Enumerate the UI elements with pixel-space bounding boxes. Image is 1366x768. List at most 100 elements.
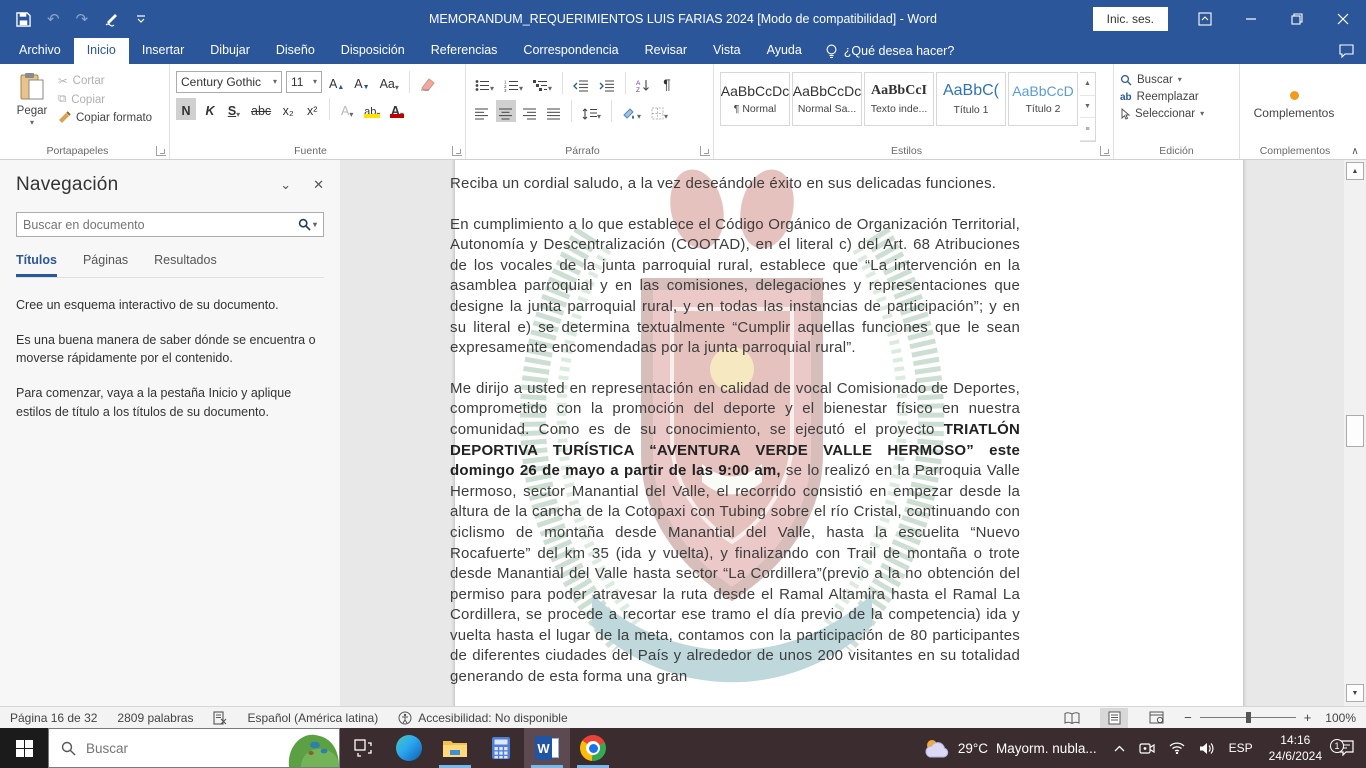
styles-gallery-scroll[interactable]: ▲ ▼ ≡ xyxy=(1080,72,1096,142)
select-button[interactable]: Seleccionar ▾ xyxy=(1120,108,1204,120)
restore-button[interactable] xyxy=(1274,0,1320,38)
accessibility-status[interactable]: Accesibilidad: No disponible xyxy=(398,711,567,725)
font-name-combo[interactable]: Century Gothic▾ xyxy=(176,71,282,93)
word-app-icon[interactable]: W xyxy=(524,728,570,768)
tab-diseno[interactable]: Diseño xyxy=(263,38,328,64)
undo-icon[interactable]: ↶ xyxy=(47,10,60,28)
chrome-app-icon[interactable] xyxy=(570,728,616,768)
start-button[interactable] xyxy=(0,728,48,768)
minimize-button[interactable] xyxy=(1228,0,1274,38)
style-titulo-1[interactable]: AaBbC( Título 1 xyxy=(936,72,1006,126)
nav-tab-paginas[interactable]: Páginas xyxy=(83,253,128,277)
tab-dibujar[interactable]: Dibujar xyxy=(197,38,263,64)
zoom-slider[interactable]: − + xyxy=(1184,710,1311,725)
tab-insertar[interactable]: Insertar xyxy=(129,38,197,64)
language-indicator[interactable]: Español (América latina) xyxy=(247,711,378,725)
proofing-errors-icon[interactable] xyxy=(213,711,227,725)
keyboard-language[interactable]: ESP xyxy=(1221,741,1261,755)
dialog-launcher-parrafo[interactable] xyxy=(700,146,710,156)
zoom-out-icon[interactable]: − xyxy=(1184,710,1192,725)
copy-button[interactable]: ⧉ Copiar xyxy=(58,93,152,106)
tab-inicio[interactable]: Inicio xyxy=(74,38,129,64)
task-view-button[interactable] xyxy=(340,728,386,768)
tray-overflow-chevron-icon[interactable] xyxy=(1107,745,1132,752)
zoom-thumb[interactable] xyxy=(1246,712,1251,723)
search-highlight-image[interactable] xyxy=(281,729,339,767)
line-spacing-button[interactable]: ▾ xyxy=(579,100,604,122)
sign-in-button[interactable]: Inic. ses. xyxy=(1093,7,1168,31)
underline-button[interactable]: S▾ xyxy=(224,98,244,120)
justify-button[interactable] xyxy=(544,100,564,122)
wifi-icon[interactable] xyxy=(1162,742,1192,754)
tell-me-box[interactable]: ¿Qué desea hacer? xyxy=(815,38,965,64)
clock[interactable]: 14:16 24/6/2024 xyxy=(1261,732,1330,764)
web-layout-button[interactable] xyxy=(1142,708,1170,728)
format-painter-button[interactable]: Copiar formato xyxy=(58,111,152,124)
ribbon-display-options-icon[interactable] xyxy=(1182,0,1228,38)
zoom-level[interactable]: 100% xyxy=(1325,711,1356,725)
tab-archivo[interactable]: Archivo xyxy=(6,38,74,64)
tab-correspondencia[interactable]: Correspondencia xyxy=(510,38,631,64)
show-marks-button[interactable]: ¶ xyxy=(657,72,677,94)
style-titulo-2[interactable]: AaBbCcD Título 2 xyxy=(1008,72,1078,126)
print-layout-button[interactable] xyxy=(1100,708,1128,728)
page-indicator[interactable]: Página 16 de 32 xyxy=(10,711,97,725)
dialog-launcher-portapapeles[interactable] xyxy=(156,146,166,156)
style-normal-sa[interactable]: AaBbCcDc Normal Sa... xyxy=(792,72,862,126)
shading-button[interactable]: ▾ xyxy=(619,100,644,122)
grow-font-button[interactable]: A▲ xyxy=(326,71,347,93)
align-center-button[interactable] xyxy=(496,100,516,122)
dialog-launcher-fuente[interactable] xyxy=(452,146,462,156)
paste-button[interactable]: Pegar ▾ xyxy=(6,68,58,142)
scrollbar-thumb[interactable] xyxy=(1346,415,1364,447)
zoom-track[interactable] xyxy=(1200,717,1296,718)
sort-button[interactable]: AZ xyxy=(633,72,653,94)
collapse-ribbon-icon[interactable]: ∧ xyxy=(1351,146,1358,157)
nav-tab-resultados[interactable]: Resultados xyxy=(154,253,217,277)
numbering-button[interactable]: 123 ▾ xyxy=(501,72,526,94)
redo-icon[interactable]: ↷ xyxy=(76,10,89,28)
tab-vista[interactable]: Vista xyxy=(700,38,754,64)
scroll-down-icon[interactable]: ▼ xyxy=(1346,684,1364,702)
styles-gallery-more-icon[interactable]: ≡ xyxy=(1080,118,1095,141)
font-size-combo[interactable]: 11▾ xyxy=(286,71,322,93)
bold-button[interactable]: N xyxy=(176,98,196,120)
zoom-in-icon[interactable]: + xyxy=(1304,710,1312,725)
strikethrough-button[interactable]: abc xyxy=(248,98,274,120)
dialog-launcher-estilos[interactable] xyxy=(1100,146,1110,156)
touch-mode-icon[interactable] xyxy=(104,11,120,27)
bullets-button[interactable]: ▾ xyxy=(472,72,497,94)
action-center-button[interactable]: 1 xyxy=(1330,740,1366,756)
clear-formatting-button[interactable] xyxy=(417,71,439,93)
word-count[interactable]: 2809 palabras xyxy=(117,711,193,725)
decrease-indent-button[interactable] xyxy=(570,72,592,94)
style-texto-inde[interactable]: AaBbCcI Texto inde... xyxy=(864,72,934,126)
nav-search-icon[interactable]: ▾ xyxy=(298,218,317,231)
document-text[interactable]: Reciba un cordial saludo, a la vez deseá… xyxy=(450,174,1020,706)
tab-revisar[interactable]: Revisar xyxy=(632,38,700,64)
close-button[interactable] xyxy=(1320,0,1366,38)
nav-pane-options-icon[interactable]: ⌄ xyxy=(280,177,291,193)
font-color-button[interactable]: A▾ xyxy=(387,98,407,120)
meet-now-icon[interactable] xyxy=(1132,742,1162,755)
highlight-button[interactable]: ab▾ xyxy=(361,98,383,120)
multilevel-list-button[interactable]: ▾ xyxy=(530,72,555,94)
read-mode-button[interactable] xyxy=(1058,708,1086,728)
style-normal[interactable]: AaBbCcDc ¶ Normal xyxy=(720,72,790,126)
text-effects-button[interactable]: A▾ xyxy=(337,98,357,120)
align-left-button[interactable] xyxy=(472,100,492,122)
subscript-button[interactable]: x₂ xyxy=(278,98,298,120)
weather-widget[interactable]: 29°C Mayorm. nubla... xyxy=(914,738,1107,758)
document-search-box[interactable]: ▾ xyxy=(16,212,324,237)
tab-disposicion[interactable]: Disposición xyxy=(328,38,418,64)
tab-referencias[interactable]: Referencias xyxy=(418,38,511,64)
increase-indent-button[interactable] xyxy=(596,72,618,94)
taskbar-search-input[interactable] xyxy=(86,741,246,756)
taskbar-search-box[interactable] xyxy=(48,728,340,768)
volume-icon[interactable] xyxy=(1192,742,1221,755)
align-right-button[interactable] xyxy=(520,100,540,122)
customize-qat-icon[interactable] xyxy=(136,14,146,24)
comments-icon[interactable] xyxy=(1326,38,1366,64)
replace-button[interactable]: ab Reemplazar xyxy=(1120,91,1204,103)
change-case-button[interactable]: Aa▾ xyxy=(377,71,402,93)
